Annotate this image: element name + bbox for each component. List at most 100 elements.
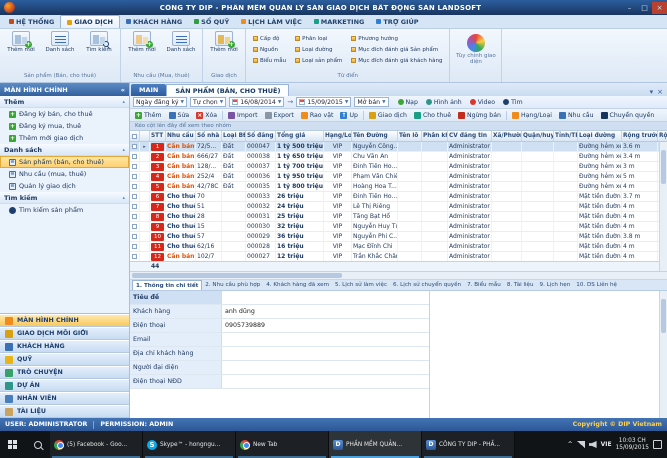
minimize-button[interactable]: – xyxy=(622,2,637,14)
detail-vertical-scrollbar[interactable] xyxy=(659,291,667,418)
tab-dropdown-icon[interactable]: ▾ xyxy=(650,88,654,96)
dictionary-item[interactable]: Mục đích đánh giá Sản phẩm xyxy=(351,44,442,55)
column-header[interactable]: Nhu cầu xyxy=(166,131,196,141)
scrollbar-thumb[interactable] xyxy=(661,150,666,184)
tray-expand-icon[interactable]: ^ xyxy=(568,441,573,448)
field-value[interactable] xyxy=(222,375,429,388)
column-header[interactable]: Số đăng ký xyxy=(246,131,276,141)
field-value[interactable]: 0905739889 xyxy=(222,319,429,332)
row-checkbox[interactable] xyxy=(130,162,140,171)
row-checkbox[interactable] xyxy=(130,252,140,261)
ribbon-button-add-product[interactable]: +Thêm mới xyxy=(3,31,39,53)
field-value[interactable] xyxy=(222,291,429,304)
language-indicator[interactable]: VIE xyxy=(601,441,612,448)
sidebar-section-header[interactable]: Tìm kiếm▴ xyxy=(0,192,129,204)
ribbon-button-add-deal[interactable]: +Thêm mới xyxy=(206,31,242,53)
detail-tab[interactable]: 2. Nhu cầu phù hợp xyxy=(202,280,263,290)
module-item-project[interactable]: DỰ ÁN xyxy=(0,379,129,392)
collapse-sidebar-icon[interactable]: « xyxy=(121,86,125,94)
taskbar-search-button[interactable] xyxy=(25,431,50,458)
video-button[interactable]: Video xyxy=(467,97,498,108)
module-item-document[interactable]: TÀI LIỆU xyxy=(0,405,129,418)
sidebar-item[interactable]: ≡Quản lý giao dịch xyxy=(0,180,129,192)
table-row[interactable]: 7Cho thuê5100003224 triệuVIPLê Thị Riêng… xyxy=(130,202,667,212)
volume-icon[interactable] xyxy=(589,441,597,448)
sidebar-item[interactable]: ≡Sản phẩm (bán, cho thuê) xyxy=(0,156,129,168)
module-item-staff[interactable]: NHÂN VIÊN xyxy=(0,392,129,405)
row-checkbox[interactable] xyxy=(130,222,140,231)
ribbon-button-search-product[interactable]: Tìm kiếm xyxy=(81,31,117,53)
table-row[interactable]: 4Cần bán252/4Đất0000361 tỷ 950 triệuVIPP… xyxy=(130,172,667,182)
action-center-icon[interactable] xyxy=(653,440,662,449)
column-header[interactable]: Tỉnh/TP xyxy=(554,131,578,141)
document-tab[interactable]: SẢN PHẨM (BÁN, CHO THUÊ) xyxy=(166,84,289,96)
ribbon-button-add-demand[interactable]: +Thêm mới xyxy=(124,31,160,53)
dictionary-item[interactable]: Mục đích đánh giá khách hàng xyxy=(351,55,442,66)
sidebar-item[interactable]: +Đăng ký mua, thuê xyxy=(0,120,129,132)
scrollbar-thumb[interactable] xyxy=(132,273,342,278)
sidebar-item[interactable]: +Đăng ký bán, cho thuê xyxy=(0,108,129,120)
field-value[interactable] xyxy=(222,333,429,346)
edit-button[interactable]: Sửa xyxy=(166,110,193,121)
ribbon-button-list-product[interactable]: Danh sách xyxy=(42,31,78,53)
table-row[interactable]: 6Cho thuê7000003326 triệuVIPĐinh Tiên Ho… xyxy=(130,192,667,202)
module-item-people[interactable]: KHÁCH HÀNG xyxy=(0,340,129,353)
detail-tab[interactable]: 5. Lịch sử làm việc xyxy=(332,280,390,290)
column-header[interactable]: Loại BĐS xyxy=(222,131,246,141)
ribbon-tab-help[interactable]: TRỢ GIÚP xyxy=(370,15,424,28)
detail-tab[interactable]: 1. Thông tin chi tiết xyxy=(132,280,202,290)
add-button[interactable]: +Thêm xyxy=(132,110,165,121)
ribbon-button-list-demand[interactable]: Danh sách xyxy=(163,31,199,53)
table-row[interactable]: 5Cần bán42/78CĐất0000351 tỷ 800 triệuVIP… xyxy=(130,182,667,192)
field-value[interactable] xyxy=(222,347,429,360)
table-row[interactable]: 10Cho thuê5700002936 triệuVIPNguyễn Phi … xyxy=(130,232,667,242)
row-checkbox[interactable] xyxy=(130,192,140,201)
dictionary-item[interactable]: Nguồn xyxy=(253,44,286,55)
row-checkbox[interactable] xyxy=(130,242,140,251)
column-header[interactable]: Tên Đường xyxy=(352,131,398,141)
stop-button[interactable]: Ngừng bán xyxy=(455,110,504,121)
column-header[interactable]: CV đăng tin xyxy=(448,131,492,141)
close-button[interactable]: × xyxy=(652,2,667,14)
range-type-select[interactable]: Tự chọn ▼ xyxy=(190,97,226,107)
row-checkbox[interactable] xyxy=(130,142,140,151)
detail-tab[interactable]: 8. Tài liệu xyxy=(504,280,537,290)
status-select[interactable]: Mở bán ▼ xyxy=(354,97,388,107)
detail-tab[interactable]: 7. Biểu mẫu xyxy=(464,280,504,290)
refresh-button[interactable]: Nạp xyxy=(395,97,421,108)
row-checkbox[interactable] xyxy=(130,182,140,191)
need-button[interactable]: Nhu cầu xyxy=(556,110,597,121)
detail-tab[interactable]: 4. Khách hàng đã xem xyxy=(263,280,332,290)
table-row[interactable]: 9Cho thuê1500003032 triệuVIPNguyễn Huy T… xyxy=(130,222,667,232)
field-value[interactable]: anh dũng xyxy=(222,305,429,318)
dictionary-item[interactable]: Biểu mẫu xyxy=(253,55,286,66)
taskbar-app-skype[interactable]: SSkype™ - hongngu... xyxy=(143,431,236,458)
detail-tab[interactable]: 6. Lịch sử chuyển quyền xyxy=(390,280,464,290)
taskbar-app-chrome[interactable]: New Tab xyxy=(236,431,329,458)
start-button[interactable] xyxy=(0,431,25,458)
sidebar-item[interactable]: +Thêm mới giao dịch xyxy=(0,132,129,144)
date-from-input[interactable]: 16/08/2014 ▼ xyxy=(229,97,284,107)
export-button[interactable]: Export xyxy=(262,110,297,121)
document-tab[interactable]: MAIN xyxy=(131,84,166,96)
dictionary-item[interactable]: Phương hướng xyxy=(351,33,442,44)
column-header[interactable]: Số nhà xyxy=(196,131,222,141)
clock[interactable]: 10:03 CH 15/09/2015 xyxy=(616,438,649,452)
table-row[interactable]: 3Cần bán128/...Đất0000371 tỷ 700 triệuVI… xyxy=(130,162,667,172)
dictionary-item[interactable]: Loại sản phẩm xyxy=(295,55,342,66)
taskbar-app-landsoft[interactable]: DCÔNG TY DIP - PHẦ... xyxy=(422,431,515,458)
date-field-select[interactable]: Ngày đăng ký ▼ xyxy=(133,97,187,107)
row-checkbox[interactable] xyxy=(130,202,140,211)
ribbon-tab-deal[interactable]: GIAO DỊCH xyxy=(60,15,120,28)
column-header[interactable]: Hạng/Loại xyxy=(324,131,352,141)
image-button[interactable]: Hình ảnh xyxy=(423,97,465,108)
ad-button[interactable]: Rao vặt xyxy=(298,110,337,121)
ribbon-tab-fund[interactable]: SỔ QUỸ xyxy=(188,15,235,28)
import-button[interactable]: Import xyxy=(225,110,261,121)
binoculars-button[interactable]: Tìm xyxy=(500,97,526,108)
ribbon-tab-calendar[interactable]: LỊCH LÀM VIỆC xyxy=(235,15,308,28)
ribbon-tab-system[interactable]: HỆ THỐNG xyxy=(3,15,60,28)
module-item-handshake[interactable]: GIAO DỊCH MÔI GIỚI xyxy=(0,327,129,340)
dictionary-item[interactable]: Phân loại xyxy=(295,33,342,44)
column-header[interactable]: Phân khu xyxy=(422,131,448,141)
